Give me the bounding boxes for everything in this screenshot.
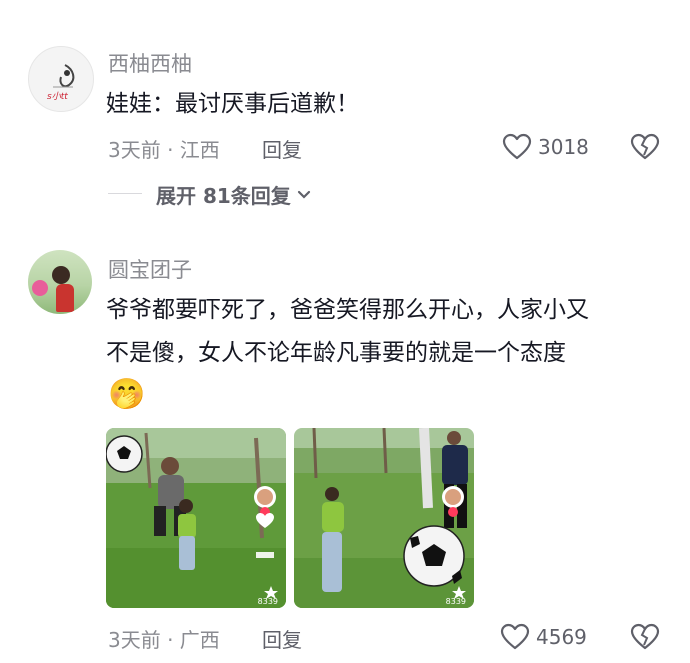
comment-meta: 3天前 · 江西	[108, 138, 220, 162]
reply-button[interactable]: 回复	[262, 624, 302, 653]
comment-text: 娃娃：最讨厌事后道歉！	[106, 91, 359, 117]
media-thumbnail[interactable]: 8339	[294, 428, 474, 608]
avatar-flowers	[32, 280, 48, 296]
dislike-button[interactable]	[630, 133, 660, 165]
user-avatar[interactable]	[28, 250, 92, 314]
like-button[interactable]: 3018	[502, 133, 589, 161]
like-button[interactable]: 4569	[500, 623, 587, 651]
username[interactable]: 圆宝团子	[108, 254, 192, 284]
avatar-dress	[56, 284, 74, 312]
comment-text-line-1: 爷爷都要吓死了，爸爸笑得那么开心，人家小又	[106, 297, 589, 323]
expand-replies-label: 展开 81条回复	[156, 184, 291, 208]
dislike-button[interactable]	[630, 623, 660, 655]
avatar-text: s小tt	[47, 92, 68, 102]
heart-icon	[502, 133, 532, 160]
comment-text-line-2: 不是傻，女人不论年龄凡事要的就是一个态度	[106, 340, 566, 366]
heart-icon	[500, 623, 530, 650]
username[interactable]: 西柚西柚	[108, 48, 192, 78]
reply-button[interactable]: 回复	[262, 134, 302, 163]
media-badge: 8339	[445, 597, 466, 606]
thumbnail-image	[294, 428, 474, 608]
broken-heart-icon	[630, 623, 660, 650]
like-count: 4569	[536, 625, 587, 649]
comment-meta: 3天前 · 广西	[108, 628, 220, 652]
chevron-down-icon	[297, 190, 310, 199]
like-count: 3018	[538, 135, 589, 159]
user-avatar[interactable]: s小tt	[28, 46, 94, 112]
emoji: 🤭	[108, 377, 146, 412]
expand-replies-button[interactable]: 展开 81条回复	[156, 180, 311, 209]
thumbnail-image	[106, 428, 286, 608]
media-badge: 8339	[257, 597, 278, 606]
avatar-person	[52, 266, 70, 284]
thread-divider	[108, 193, 142, 194]
media-thumbnail[interactable]: 8339	[106, 428, 286, 608]
broken-heart-icon	[630, 133, 660, 160]
